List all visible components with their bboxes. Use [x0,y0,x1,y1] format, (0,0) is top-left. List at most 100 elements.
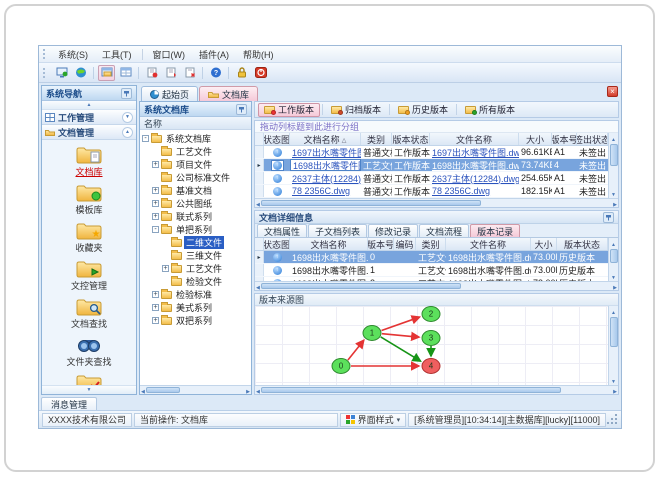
collapse-toggle-icon[interactable]: - [142,135,149,142]
scroll-up-icon[interactable] [611,133,616,143]
grid-vertical-scrollbar[interactable] [608,238,618,281]
pin-icon[interactable] [603,211,614,223]
doc-remove-icon[interactable] [181,65,198,81]
column-header[interactable]: 文件名称 [430,133,519,145]
doc-name-cell[interactable]: 2637主体(12284).dwg [290,172,361,184]
column-header-sorted[interactable]: 文档名称 [290,133,361,145]
nav-scroll-up[interactable] [42,101,136,110]
scroll-right-icon[interactable] [246,385,250,395]
nav-group-work[interactable]: 工作管理 [42,110,136,125]
scroll-left-icon[interactable] [256,385,260,395]
interface-style-dropdown[interactable]: 界面样式 [339,412,407,427]
table-row[interactable]: 1698出水嘴零件图.dwg 1 工艺文件 1698出水嘴零件图.dwg 73.… [255,264,608,277]
expand-toggle-icon[interactable]: + [162,265,169,272]
scroll-right-icon[interactable] [613,281,617,291]
tree-item[interactable]: + 双把系列 [142,314,251,327]
scroll-left-icon[interactable] [256,281,260,291]
doc-name-cell[interactable]: 1697出水嘴零件图.dwg [290,146,361,158]
menu-window[interactable]: 窗口(W) [146,47,193,62]
column-header[interactable]: 版本状态 [557,238,608,250]
doc-checkin-icon[interactable] [162,65,179,81]
scrollbar-thumb[interactable] [260,283,461,289]
pin-icon[interactable] [121,87,132,99]
collapse-toggle-icon[interactable]: - [152,226,159,233]
version-node[interactable]: 1 [362,325,382,341]
file-name-cell[interactable]: 1698出水嘴零件图.dwg [446,251,531,263]
window-grid-icon[interactable] [117,65,134,81]
table-row-selected[interactable]: 1698出水嘴零件图.dwg 0 工艺文件 1698出水嘴零件图.dwg 73.… [255,251,608,264]
column-header[interactable]: 版本号 [552,133,577,145]
chevron-up-icon[interactable] [122,126,133,138]
menu-plugins[interactable]: 插件(A) [192,47,236,62]
grid-horizontal-scrollbar[interactable] [255,281,618,290]
expand-toggle-icon[interactable]: + [152,304,159,311]
menu-system[interactable]: 系统(S) [51,47,95,62]
scroll-left-icon[interactable] [141,385,145,395]
tree-item[interactable]: - 单把系列 [142,223,251,236]
scroll-up-icon[interactable] [611,306,616,316]
scroll-down-icon[interactable] [611,375,616,385]
help-icon[interactable]: ? [207,65,224,81]
expand-toggle-icon[interactable]: + [152,200,159,207]
tab-version-records[interactable]: 版本记录 [470,224,521,237]
lock-icon[interactable] [233,65,250,81]
expand-toggle-icon[interactable]: + [152,161,159,168]
column-header[interactable]: 版本状态 [392,133,430,145]
doc-name-cell[interactable]: 1698出水嘴零件图.dwg [290,264,368,276]
nav-item-doc-control[interactable]: 文控管理 [42,257,136,293]
scrollbar-thumb[interactable] [609,249,618,263]
doc-name-cell[interactable]: 1698出水嘴零件图.dwg [290,251,368,263]
grid-horizontal-scrollbar[interactable] [255,198,618,207]
close-icon[interactable] [607,86,618,97]
column-header[interactable]: 大小 [519,133,552,145]
version-node[interactable]: 4 [421,358,441,374]
table-row[interactable]: 2637主体(12284).dwg 普通文档 工作版本 2637主体(12284… [255,172,608,185]
expand-toggle-icon[interactable]: + [152,213,159,220]
scrollbar-thumb[interactable] [609,317,618,347]
nav-group-doc[interactable]: 文档管理 [42,125,136,140]
table-row[interactable]: 78 2356C.dwg 普通文档 工作版本 78 2356C.dwg 182.… [255,185,608,198]
all-versions-button[interactable]: 所有版本 [459,103,521,117]
menu-tools[interactable]: 工具(T) [95,47,139,62]
column-header[interactable]: 大小 [531,238,557,250]
tab-sub-doc-list[interactable]: 子文档列表 [308,224,368,237]
menu-help[interactable]: 帮助(H) [236,47,281,62]
tab-doc-properties[interactable]: 文档属性 [257,224,308,237]
scrollbar-thumb[interactable] [260,200,481,206]
nav-item-doc-search[interactable]: 文档查找 [42,295,136,331]
version-node[interactable]: 0 [331,358,351,374]
scroll-down-icon[interactable] [611,271,616,281]
expand-toggle-icon[interactable]: + [152,291,159,298]
table-row-selected[interactable]: 1698出水嘴零件图.dwg 工艺文件 工作版本 1698出水嘴零件图.dwg … [255,159,608,172]
file-name-cell[interactable]: 1697出水嘴零件图.dwg [430,146,519,158]
column-header[interactable]: 文档名称 [290,238,368,250]
tree-item[interactable]: 三维文件 [142,249,251,262]
group-by-panel[interactable]: 拖动列标题到此进行分组 [255,121,618,133]
scrollbar-thumb[interactable] [609,144,618,166]
tree-item-selected[interactable]: 二维文件 [142,236,251,249]
tab-doc-library[interactable]: 文档库 [199,86,259,101]
table-row[interactable]: 1697出水嘴零件图.dwg 普通文档 工作版本 1697出水嘴零件图.dwg … [255,146,608,159]
tree-item[interactable]: + 工艺文件 [142,262,251,275]
scrollbar-thumb[interactable] [145,387,180,393]
grid-vertical-scrollbar[interactable] [608,133,618,198]
nav-item-folder-search[interactable]: 文件夹查找 [42,333,136,369]
tree-item-root[interactable]: - 系统文档库 [142,132,251,145]
column-header[interactable]: 状态图 [264,238,290,250]
graph-horizontal-scrollbar[interactable] [255,385,618,394]
file-name-cell[interactable]: 78 2356C.dwg [430,185,519,197]
file-name-cell[interactable]: 1698出水嘴零件图.dwg [430,159,519,171]
column-header[interactable]: 状态图 [264,133,290,145]
doc-export-icon[interactable] [143,65,160,81]
tree-item[interactable]: + 项目文件 [142,158,251,171]
tab-doc-flow[interactable]: 文档流程 [419,224,470,237]
tree-item[interactable]: 公司标准文件 [142,171,251,184]
column-header[interactable]: 文件名称 [446,238,531,250]
work-version-button[interactable]: 工作版本 [258,102,321,117]
globe-icon[interactable] [72,65,89,81]
doc-name-cell[interactable]: 1698出水嘴零件图.dwg [293,160,360,171]
scroll-up-icon[interactable] [611,238,616,248]
column-header[interactable]: 类别 [416,238,446,250]
column-header[interactable]: 版本号 [368,238,394,250]
tab-message-management[interactable]: 消息管理 [41,397,98,410]
